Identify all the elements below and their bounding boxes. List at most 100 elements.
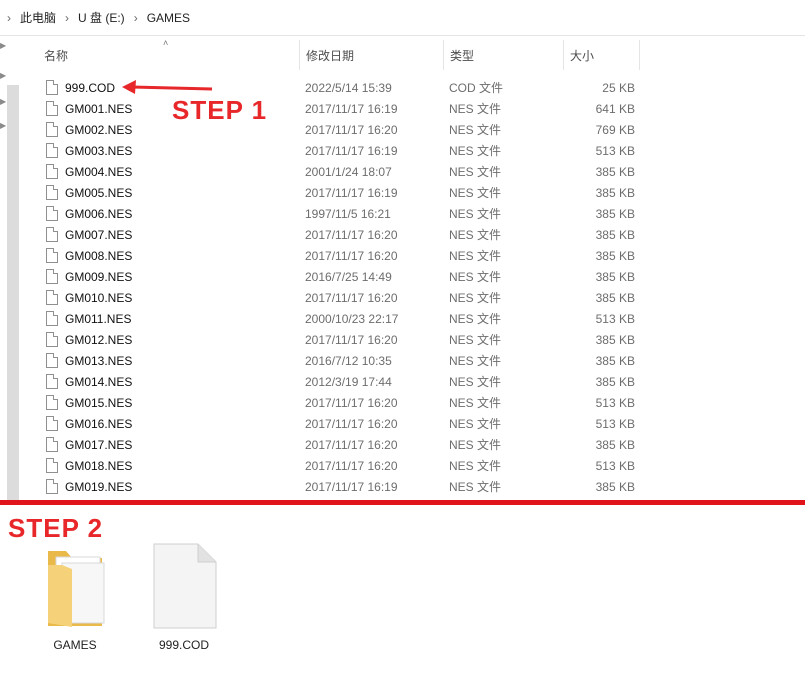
file-type: NES 文件: [449, 207, 502, 221]
file-row[interactable]: GM008.NES 2017/11/17 16:20 NES 文件 385 KB: [38, 245, 635, 266]
file-icon: [46, 143, 58, 158]
file-type: NES 文件: [449, 249, 502, 263]
file-name: GM019.NES: [65, 479, 133, 494]
file-row[interactable]: GM016.NES 2017/11/17 16:20 NES 文件 513 KB: [38, 413, 635, 434]
file-type: NES 文件: [449, 270, 502, 284]
file-name-cell[interactable]: GM013.NES: [38, 353, 300, 368]
file-icon: [46, 416, 58, 431]
navigation-pane: ▶ ▶ ▶ ▶: [0, 37, 22, 511]
file-name-cell[interactable]: GM016.NES: [38, 416, 300, 431]
file-row[interactable]: GM009.NES 2016/7/25 14:49 NES 文件 385 KB: [38, 266, 635, 287]
file-name-cell[interactable]: GM015.NES: [38, 395, 300, 410]
file-row[interactable]: GM014.NES 2012/3/19 17:44 NES 文件 385 KB: [38, 371, 635, 392]
file-type: NES 文件: [449, 480, 502, 494]
file-type: NES 文件: [449, 417, 502, 431]
tile-label: 999.COD: [158, 638, 210, 652]
file-row[interactable]: GM019.NES 2017/11/17 16:19 NES 文件 385 KB: [38, 476, 635, 497]
file-size: 769 KB: [595, 122, 635, 137]
folder-front: [48, 565, 72, 627]
chevron-right-icon[interactable]: ›: [65, 11, 69, 25]
desktop-area: STEP 2 GAMES 999.COD: [0, 505, 805, 683]
file-row[interactable]: GM002.NES 2017/11/17 16:20 NES 文件 769 KB: [38, 119, 635, 140]
file-date: 2001/1/24 18:07: [305, 164, 392, 179]
file-name-cell[interactable]: GM004.NES: [38, 164, 300, 179]
column-name[interactable]: 名称: [38, 40, 300, 70]
file-date: 2017/11/17 16:20: [305, 290, 398, 305]
file-name: GM011.NES: [65, 311, 132, 326]
column-type[interactable]: 类型: [444, 40, 564, 70]
expand-arrow-icon[interactable]: ▶: [0, 121, 6, 130]
file-icon: [46, 353, 58, 368]
file-name-cell[interactable]: GM006.NES: [38, 206, 300, 221]
column-header: 名称 修改日期 类型 大小: [38, 40, 640, 70]
games-folder-tile[interactable]: GAMES: [35, 543, 115, 652]
file-name-cell[interactable]: GM009.NES: [38, 269, 300, 284]
chevron-right-icon[interactable]: ›: [134, 11, 138, 25]
file-name: GM008.NES: [65, 248, 133, 263]
file-icon: [46, 80, 58, 95]
breadcrumb-games[interactable]: GAMES: [145, 11, 192, 25]
file-name-cell[interactable]: GM017.NES: [38, 437, 300, 452]
file-size: 385 KB: [595, 185, 635, 200]
file-row[interactable]: GM018.NES 2017/11/17 16:20 NES 文件 513 KB: [38, 455, 635, 476]
file-row[interactable]: GM006.NES 1997/11/5 16:21 NES 文件 385 KB: [38, 203, 635, 224]
breadcrumb-usb-drive[interactable]: U 盘 (E:): [76, 9, 127, 26]
breadcrumb-this-pc[interactable]: 此电脑: [18, 9, 58, 26]
file-row[interactable]: GM012.NES 2017/11/17 16:20 NES 文件 385 KB: [38, 329, 635, 350]
cod-file-tile[interactable]: 999.COD: [144, 543, 224, 652]
expand-arrow-icon[interactable]: ▶: [0, 71, 6, 80]
file-icon: [46, 122, 58, 137]
file-icon: [46, 185, 58, 200]
file-name-cell[interactable]: GM003.NES: [38, 143, 300, 158]
file-size: 385 KB: [595, 374, 635, 389]
file-date: 2012/3/19 17:44: [305, 374, 392, 389]
column-size[interactable]: 大小: [564, 40, 640, 70]
file-name-cell[interactable]: GM005.NES: [38, 185, 300, 200]
chevron-right-icon[interactable]: ›: [7, 11, 11, 25]
folder-icon: [48, 551, 105, 627]
file-row[interactable]: GM010.NES 2017/11/17 16:20 NES 文件 385 KB: [38, 287, 635, 308]
file-size: 513 KB: [595, 395, 635, 410]
file-size: 641 KB: [595, 101, 635, 116]
file-date: 2017/11/17 16:20: [305, 395, 398, 410]
file-name-cell[interactable]: GM010.NES: [38, 290, 300, 305]
file-icon: [46, 479, 58, 494]
file-date: 2017/11/17 16:20: [305, 458, 398, 473]
file-name-cell[interactable]: GM007.NES: [38, 227, 300, 242]
file-icon: [46, 374, 58, 389]
expand-arrow-icon[interactable]: ▶: [0, 41, 6, 50]
file-name: GM015.NES: [65, 395, 133, 410]
file-date: 2017/11/17 16:19: [305, 143, 398, 158]
file-icon: [46, 269, 58, 284]
file-date: 2016/7/25 14:49: [305, 269, 392, 284]
file-size: 385 KB: [595, 290, 635, 305]
file-row[interactable]: GM004.NES 2001/1/24 18:07 NES 文件 385 KB: [38, 161, 635, 182]
file-row[interactable]: GM013.NES 2016/7/12 10:35 NES 文件 385 KB: [38, 350, 635, 371]
file-date: 2022/5/14 15:39: [305, 80, 392, 95]
file-name-cell[interactable]: GM014.NES: [38, 374, 300, 389]
file-name-cell[interactable]: GM018.NES: [38, 458, 300, 473]
file-date: 2017/11/17 16:20: [305, 416, 398, 431]
file-name-cell[interactable]: GM012.NES: [38, 332, 300, 347]
file-name-cell[interactable]: GM019.NES: [38, 479, 300, 494]
file-type: NES 文件: [449, 354, 502, 368]
file-row[interactable]: GM015.NES 2017/11/17 16:20 NES 文件 513 KB: [38, 392, 635, 413]
file-name-cell[interactable]: GM011.NES: [38, 311, 300, 326]
file-name: GM007.NES: [65, 227, 133, 242]
file-row[interactable]: GM005.NES 2017/11/17 16:19 NES 文件 385 KB: [38, 182, 635, 203]
file-row[interactable]: GM011.NES 2000/10/23 22:17 NES 文件 513 KB: [38, 308, 635, 329]
file-row[interactable]: GM017.NES 2017/11/17 16:20 NES 文件 385 KB: [38, 434, 635, 455]
file-size: 385 KB: [595, 164, 635, 179]
file-row[interactable]: GM007.NES 2017/11/17 16:20 NES 文件 385 KB: [38, 224, 635, 245]
column-date[interactable]: 修改日期: [300, 40, 444, 70]
address-bar[interactable]: › 此电脑 › U 盘 (E:) › GAMES: [0, 0, 805, 36]
expand-arrow-icon[interactable]: ▶: [0, 97, 6, 106]
file-row[interactable]: GM003.NES 2017/11/17 16:19 NES 文件 513 KB: [38, 140, 635, 161]
nav-scrollbar[interactable]: [7, 85, 19, 511]
file-name-cell[interactable]: GM008.NES: [38, 248, 300, 263]
file-row[interactable]: GM001.NES 2017/11/17 16:19 NES 文件 641 KB: [38, 98, 635, 119]
file-size: 513 KB: [595, 458, 635, 473]
file-size: 385 KB: [595, 227, 635, 242]
file-icon: [46, 332, 58, 347]
file-size: 385 KB: [595, 332, 635, 347]
